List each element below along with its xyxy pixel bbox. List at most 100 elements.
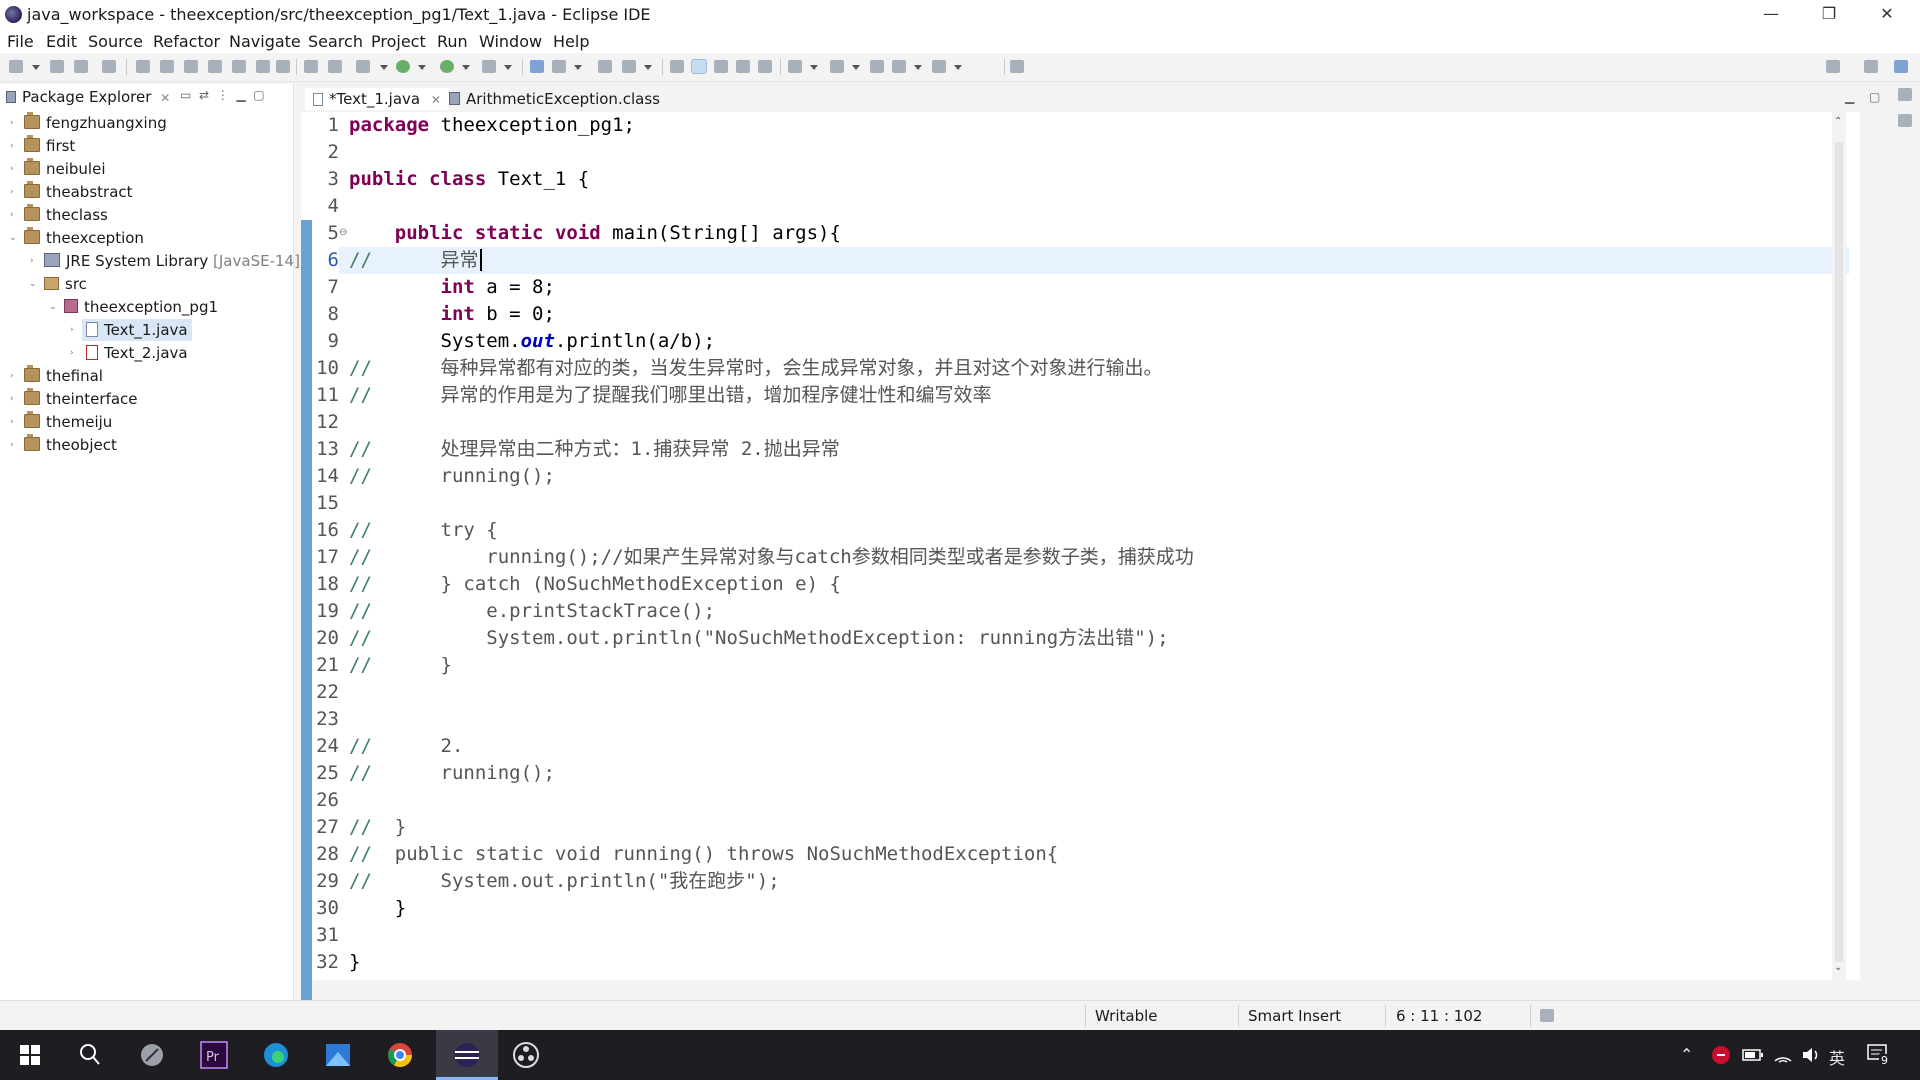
code-line[interactable]: System.out.println(a/b); xyxy=(349,328,716,355)
print-icon[interactable] xyxy=(102,60,116,73)
code-line[interactable]: // try { xyxy=(349,517,498,544)
maximize-button[interactable]: ❐ xyxy=(1800,0,1858,29)
windows-start-icon[interactable] xyxy=(14,1039,46,1071)
back-icon[interactable] xyxy=(892,60,906,73)
last-edit-icon[interactable] xyxy=(870,60,884,73)
step-into-icon[interactable] xyxy=(232,60,246,73)
new-package-icon[interactable] xyxy=(552,60,566,73)
menu-navigate[interactable]: Navigate xyxy=(229,32,301,51)
menu-refactor[interactable]: Refactor xyxy=(153,32,220,51)
run-icon[interactable] xyxy=(396,60,410,73)
menu-source[interactable]: Source xyxy=(88,32,143,51)
search-icon[interactable] xyxy=(74,1039,106,1071)
minimize-view-icon[interactable]: ▁ xyxy=(236,88,245,102)
obs-icon[interactable] xyxy=(510,1039,542,1071)
toggle-block-selection-icon[interactable] xyxy=(714,60,728,73)
maximize-view-icon[interactable]: ▢ xyxy=(253,88,264,102)
external-tools-icon[interactable] xyxy=(482,60,496,73)
chevron-right-icon[interactable]: › xyxy=(10,112,20,134)
chevron-down-icon[interactable] xyxy=(32,65,40,70)
chevron-right-icon[interactable]: › xyxy=(70,319,80,341)
package-explorer-tab[interactable]: Package Explorer ✕ xyxy=(6,88,170,106)
chevron-right-icon[interactable]: › xyxy=(10,181,20,203)
menu-search[interactable]: Search xyxy=(308,32,363,51)
chevron-right-icon[interactable]: › xyxy=(10,135,20,157)
antivirus-icon[interactable] xyxy=(1710,1044,1732,1066)
editor-minimize-icon[interactable]: ▁ xyxy=(1845,90,1854,104)
code-line[interactable]: } xyxy=(349,949,360,976)
chevron-down-icon[interactable]: ⌄ xyxy=(49,296,59,318)
chevron-right-icon[interactable]: › xyxy=(10,411,20,433)
code-line[interactable]: // 异常 xyxy=(349,247,482,274)
save-icon[interactable] xyxy=(50,60,64,73)
mail-app-icon[interactable] xyxy=(322,1039,354,1071)
step-return-icon[interactable] xyxy=(276,60,290,73)
menu-help[interactable]: Help xyxy=(553,32,589,51)
show-whitespace-icon[interactable] xyxy=(736,60,750,73)
use-step-filters-icon[interactable] xyxy=(328,60,342,73)
step-over-icon[interactable] xyxy=(256,60,270,73)
tree-item-theinterface[interactable]: › theinterface xyxy=(0,388,293,410)
chevron-down-icon[interactable] xyxy=(574,65,582,70)
ime-indicator[interactable]: 英 xyxy=(1829,1045,1845,1069)
tab-arithmeticexception-class[interactable]: ArithmeticException.class xyxy=(441,88,668,110)
chevron-down-icon[interactable] xyxy=(954,65,962,70)
coverage-icon[interactable] xyxy=(440,60,454,73)
code-line[interactable]: // public static void running() throws N… xyxy=(349,841,1058,868)
code-line[interactable]: // running();//如果产生异常对象与catch参数相同类型或者是参数… xyxy=(349,544,1194,571)
open-type-icon[interactable] xyxy=(598,60,612,73)
terminate-icon[interactable] xyxy=(184,60,198,73)
feather-app-icon[interactable] xyxy=(136,1039,168,1071)
chevron-up-icon[interactable]: ⌃ xyxy=(1680,1045,1693,1064)
collapse-all-icon[interactable]: ▭ xyxy=(180,88,191,102)
chevron-down-icon[interactable] xyxy=(504,65,512,70)
chevron-right-icon[interactable]: › xyxy=(10,388,20,410)
previous-annotation-icon[interactable] xyxy=(830,60,844,73)
view-menu-icon[interactable]: ⋮ xyxy=(217,88,229,102)
code-line[interactable]: public class Text_1 { xyxy=(349,166,589,193)
code-line[interactable]: package theexception_pg1; xyxy=(349,112,635,139)
tree-item-theabstract[interactable]: › theabstract xyxy=(0,181,293,203)
toggle-word-wrap-icon[interactable] xyxy=(691,59,707,74)
taskbar-active-app[interactable] xyxy=(436,1030,498,1080)
close-button[interactable]: ✕ xyxy=(1858,0,1916,29)
edge-icon[interactable] xyxy=(260,1039,292,1071)
code-line[interactable]: public static void main(String[] args){ xyxy=(349,220,841,247)
menu-run[interactable]: Run xyxy=(437,32,468,51)
menu-edit[interactable]: Edit xyxy=(46,32,77,51)
menu-project[interactable]: Project xyxy=(371,32,426,51)
chevron-down-icon[interactable]: ⌄ xyxy=(9,227,19,249)
code-line[interactable]: // } catch (NoSuchMethodException e) { xyxy=(349,571,841,598)
forward-icon[interactable] xyxy=(932,60,946,73)
save-all-icon[interactable] xyxy=(74,60,88,73)
menu-window[interactable]: Window xyxy=(479,32,542,51)
chevron-down-icon[interactable] xyxy=(462,65,470,70)
disconnect-icon[interactable] xyxy=(208,60,222,73)
chrome-icon[interactable] xyxy=(384,1039,416,1071)
tree-item-src[interactable]: ⌄ src xyxy=(0,273,293,295)
chevron-down-icon[interactable] xyxy=(418,65,426,70)
code-line[interactable]: } xyxy=(349,895,406,922)
chevron-down-icon[interactable] xyxy=(810,65,818,70)
tree-item-text1-java[interactable]: › Text_1.java xyxy=(0,319,293,341)
open-task-icon[interactable] xyxy=(622,60,636,73)
new-icon[interactable] xyxy=(9,60,23,73)
scroll-up-icon[interactable]: ⌃ xyxy=(1834,116,1842,127)
code-line[interactable]: // 每种异常都有对应的类，当发生异常时，会生成异常对象，并且对这个对象进行输出… xyxy=(349,355,1163,382)
toggle-mark-occurrences-icon[interactable] xyxy=(670,60,684,73)
outline-icon[interactable] xyxy=(1898,114,1912,127)
drop-frame-icon[interactable] xyxy=(304,60,318,73)
menu-file[interactable]: File xyxy=(7,32,34,51)
pin-editor-icon[interactable] xyxy=(1010,60,1024,73)
close-icon[interactable]: ✕ xyxy=(160,91,170,105)
chevron-right-icon[interactable]: › xyxy=(10,158,20,180)
tree-item-neibulei[interactable]: › neibulei xyxy=(0,158,293,180)
tab-text1-java[interactable]: *Text_1.java ✕ xyxy=(305,88,449,110)
tree-item-thefinal[interactable]: › thefinal xyxy=(0,365,293,387)
restore-icon[interactable] xyxy=(1898,88,1912,101)
battery-icon[interactable] xyxy=(1742,1046,1764,1064)
volume-icon[interactable] xyxy=(1800,1044,1822,1066)
tree-item-themeiju[interactable]: › themeiju xyxy=(0,411,293,433)
close-icon[interactable]: ✕ xyxy=(431,93,441,107)
code-line[interactable]: // 2. xyxy=(349,733,463,760)
